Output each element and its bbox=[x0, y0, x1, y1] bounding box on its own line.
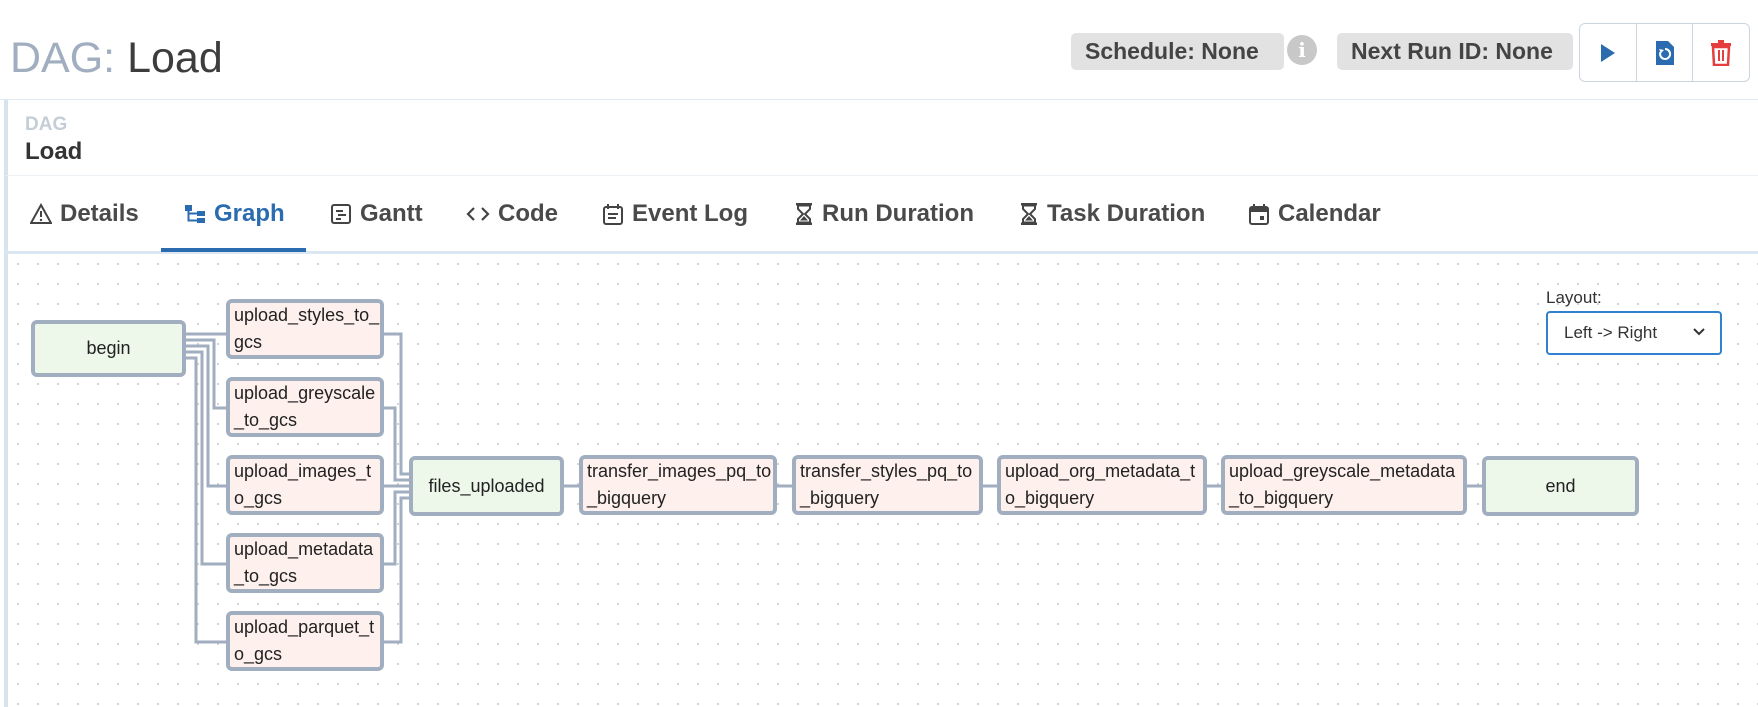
task-node-begin[interactable]: begin bbox=[31, 320, 186, 377]
warning-triangle-icon bbox=[30, 202, 52, 224]
dag-actions bbox=[1579, 23, 1750, 82]
breadcrumb-type: DAG bbox=[25, 114, 68, 135]
edge bbox=[384, 490, 411, 566]
play-icon bbox=[1600, 43, 1615, 62]
tab-details[interactable]: Details bbox=[30, 176, 139, 251]
layout-select[interactable]: Left -> Right bbox=[1546, 311, 1722, 355]
tab-label: Event Log bbox=[632, 199, 749, 227]
tab-run-duration[interactable]: Run Duration bbox=[794, 176, 974, 251]
task-node-upload-greyscale-to-gcs[interactable]: upload_greyscale_to_gcs bbox=[226, 377, 384, 437]
schedule-badge: Schedule: None bbox=[1071, 33, 1284, 70]
layout-select-value: Left -> Right bbox=[1564, 323, 1658, 342]
breadcrumb-dag[interactable]: Load bbox=[25, 138, 82, 166]
layout-label: Layout: bbox=[1546, 288, 1602, 307]
hourglass-icon bbox=[796, 202, 812, 225]
task-node-upload-parquet-to-gcs[interactable]: upload_parquet_to_gcs bbox=[226, 611, 384, 671]
tab-gantt[interactable]: Gantt bbox=[330, 176, 423, 251]
graph-canvas[interactable]: begin upload_styles_to_gcs upload_greysc… bbox=[4, 254, 1758, 707]
active-tab-indicator bbox=[161, 248, 306, 252]
tab-code[interactable]: Code bbox=[466, 176, 558, 251]
task-node-upload-org-metadata-to-bigquery[interactable]: upload_org_metadata_to_bigquery bbox=[997, 455, 1207, 515]
tab-label: Run Duration bbox=[822, 199, 974, 227]
task-node-upload-metadata-to-gcs[interactable]: upload_metadata_to_gcs bbox=[226, 533, 384, 593]
dag-name: Load bbox=[127, 34, 223, 82]
task-node-upload-greyscale-metadata-to-bigquery[interactable]: upload_greyscale_metadata_to_bigquery bbox=[1221, 455, 1467, 515]
calendar-list-icon bbox=[603, 203, 623, 225]
tab-event-log[interactable]: Event Log bbox=[602, 176, 748, 251]
task-node-upload-styles-to-gcs[interactable]: upload_styles_to_gcs bbox=[226, 299, 384, 359]
gantt-icon bbox=[331, 203, 351, 224]
tab-label: Graph bbox=[214, 199, 285, 227]
task-node-upload-images-to-gcs[interactable]: upload_images_to_gcs bbox=[226, 455, 384, 515]
edge bbox=[384, 496, 411, 644]
tab-calendar[interactable]: Calendar bbox=[1248, 176, 1381, 251]
tab-label: Gantt bbox=[360, 199, 423, 227]
tab-bar: Details Graph Gantt Code Event Log Run D… bbox=[4, 176, 1758, 254]
breadcrumb: DAG Load bbox=[4, 100, 1758, 176]
task-node-transfer-images-pq-to-bigquery[interactable]: transfer_images_pq_to_bigquery bbox=[579, 455, 777, 515]
task-node-files-uploaded[interactable]: files_uploaded bbox=[409, 456, 564, 516]
graph-icon bbox=[185, 204, 205, 223]
tab-label: Code bbox=[498, 199, 558, 227]
tab-graph[interactable]: Graph bbox=[184, 176, 285, 251]
trigger-dag-button[interactable] bbox=[1580, 24, 1637, 81]
tab-task-duration[interactable]: Task Duration bbox=[1019, 176, 1205, 251]
calendar-icon bbox=[1249, 203, 1269, 225]
edge bbox=[384, 332, 411, 476]
edge bbox=[384, 406, 411, 482]
dag-prefix: DAG: bbox=[10, 34, 116, 82]
chevron-down-icon bbox=[1693, 328, 1705, 336]
task-node-end[interactable]: end bbox=[1482, 456, 1639, 516]
page-header: DAG: Load Schedule: None i Next Run ID: … bbox=[0, 0, 1758, 100]
tab-label: Task Duration bbox=[1047, 199, 1206, 227]
edge bbox=[186, 344, 228, 488]
next-run-badge: Next Run ID: None bbox=[1337, 33, 1573, 70]
info-icon[interactable]: i bbox=[1287, 35, 1317, 65]
refresh-icon bbox=[1655, 40, 1674, 65]
task-node-transfer-styles-pq-to-bigquery[interactable]: transfer_styles_pq_to_bigquery bbox=[792, 455, 983, 515]
tab-label: Calendar bbox=[1278, 199, 1381, 227]
trash-icon bbox=[1711, 39, 1732, 66]
clear-dag-button[interactable] bbox=[1637, 24, 1694, 81]
delete-dag-button[interactable] bbox=[1693, 24, 1749, 81]
page-title: DAG: Load bbox=[10, 30, 223, 86]
hourglass-icon bbox=[1021, 202, 1037, 225]
code-icon bbox=[466, 206, 490, 221]
tab-label: Details bbox=[60, 199, 139, 227]
